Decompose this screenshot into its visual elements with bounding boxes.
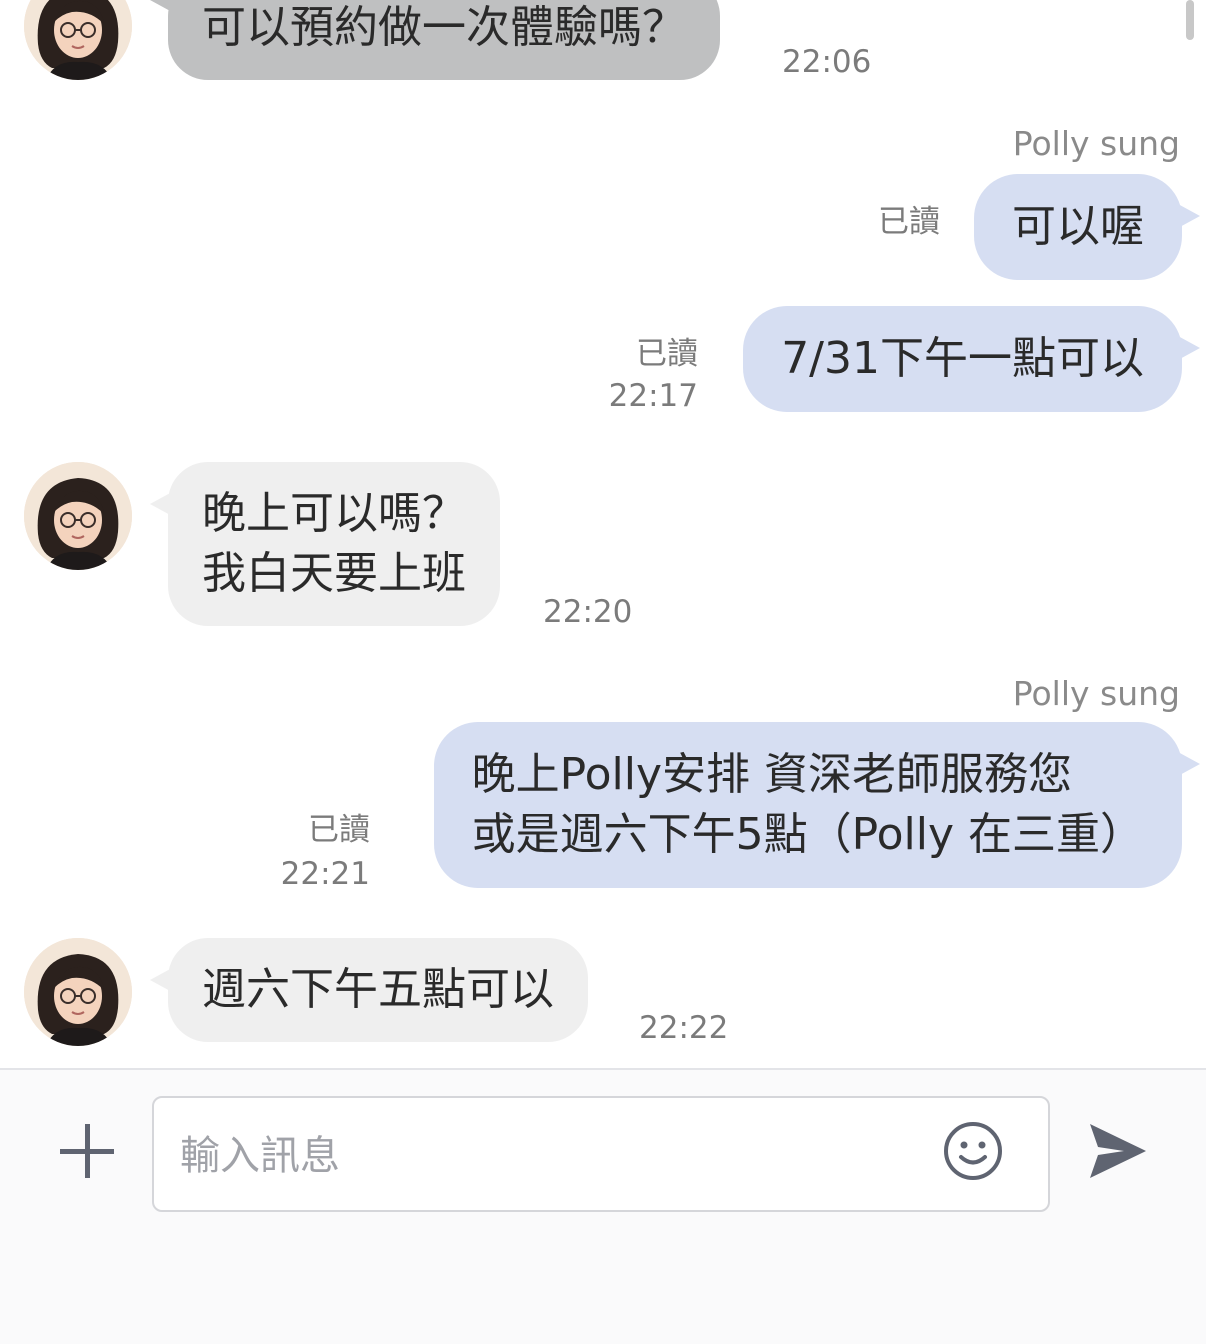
smiley-icon[interactable] bbox=[942, 1120, 1004, 1182]
avatar-illustration bbox=[24, 462, 132, 570]
incoming-message-bubble[interactable]: 週六下午五點可以 bbox=[150, 938, 588, 1042]
outgoing-message-bubble[interactable]: 7/31下午一點可以 bbox=[743, 306, 1200, 412]
outgoing-message-bubble[interactable]: 晚上Polly安排 資深老師服務您 或是週六下午5點（Polly 在三重） bbox=[433, 722, 1201, 888]
message-text: 我白天要上班 bbox=[202, 548, 466, 599]
message-timestamp: 22:21 bbox=[280, 856, 370, 892]
read-receipt: 已讀 bbox=[308, 812, 370, 848]
message-timestamp: 22:17 bbox=[608, 378, 698, 414]
sender-name: Polly sung bbox=[1012, 674, 1180, 713]
message-text: 可以喔 bbox=[1012, 201, 1144, 252]
message-text: 晚上可以嗎？ bbox=[202, 488, 466, 539]
message-timestamp: 22:22 bbox=[639, 1010, 729, 1046]
message-text: 7/31下午一點可以 bbox=[781, 333, 1144, 384]
scrollbar[interactable] bbox=[1186, 0, 1194, 40]
avatar-illustration bbox=[24, 0, 132, 80]
plus-icon[interactable] bbox=[56, 1120, 118, 1182]
message-input-container[interactable] bbox=[152, 1096, 1050, 1212]
message-text: 週六下午五點可以 bbox=[202, 964, 554, 1015]
contact-avatar[interactable] bbox=[24, 0, 132, 80]
message-timestamp: 22:20 bbox=[543, 594, 633, 630]
read-receipt: 已讀 bbox=[636, 336, 698, 372]
contact-avatar[interactable] bbox=[24, 462, 132, 570]
contact-avatar[interactable] bbox=[24, 938, 132, 1046]
outgoing-message-bubble[interactable]: 可以喔 bbox=[974, 174, 1200, 280]
message-input[interactable] bbox=[178, 1118, 942, 1194]
message-composer bbox=[0, 1068, 1206, 1344]
incoming-message-bubble[interactable]: 可以預約做一次體驗嗎？ bbox=[150, 0, 720, 80]
message-text: 可以預約做一次體驗嗎？ bbox=[202, 2, 686, 53]
avatar-illustration bbox=[24, 938, 132, 1046]
read-receipt: 已讀 bbox=[878, 204, 940, 240]
message-text: 晚上Polly安排 資深老師服務您 bbox=[471, 749, 1072, 800]
send-icon[interactable] bbox=[1084, 1118, 1150, 1184]
message-text: 或是週六下午5點（Polly 在三重） bbox=[471, 809, 1144, 860]
chat-area[interactable]: 可以預約做一次體驗嗎？ 22:06 Polly sung 已讀 可以喔 已讀 2… bbox=[0, 0, 1206, 1068]
incoming-message-bubble[interactable]: 晚上可以嗎？ 我白天要上班 bbox=[150, 462, 500, 626]
sender-name: Polly sung bbox=[1012, 124, 1180, 163]
message-timestamp: 22:06 bbox=[782, 44, 872, 80]
